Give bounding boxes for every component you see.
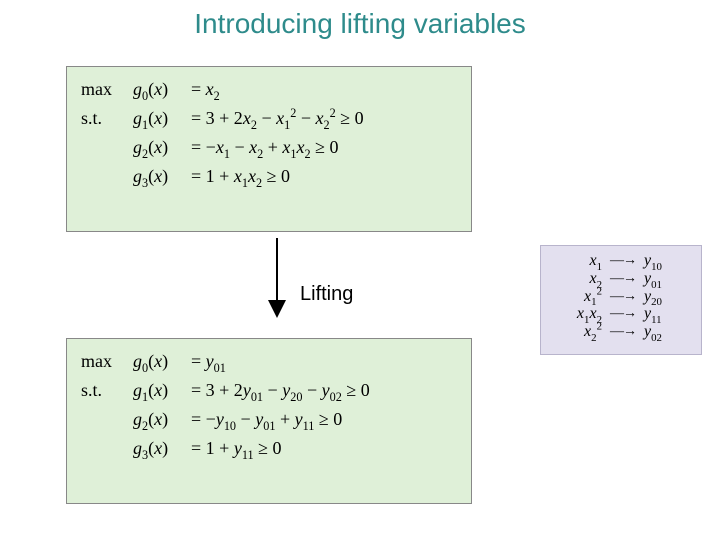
lifting-label: Lifting (300, 283, 353, 306)
equation-fn: g0(x) (133, 79, 191, 100)
equation-lead: s.t. (81, 108, 133, 129)
equation-body: = 1 + y11 ≥ 0 (191, 438, 281, 459)
map-row: x2 —→ y01 (551, 271, 691, 288)
equation-lead: max (81, 79, 133, 100)
equation-body: = y01 (191, 351, 226, 372)
map-row: x12 —→ y20 (551, 289, 691, 306)
map-lhs: x1x2 (558, 306, 602, 323)
equation-row: g2(x)= −y10 − y01 + y11 ≥ 0 (81, 409, 457, 430)
map-row: x1 —→ y10 (551, 253, 691, 270)
map-lhs: x1 (558, 253, 602, 270)
equation-fn: g3(x) (133, 166, 191, 187)
map-rhs: y10 (644, 253, 684, 270)
equation-body: = 1 + x1x2 ≥ 0 (191, 166, 290, 187)
map-rhs: y20 (644, 289, 684, 306)
equation-body: = 3 + 2y01 − y20 − y02 ≥ 0 (191, 380, 370, 401)
map-rhs: y02 (644, 324, 684, 341)
map-lhs: x2 (558, 271, 602, 288)
equation-fn: g1(x) (133, 380, 191, 401)
equation-row: s.t.g1(x)= 3 + 2x2 − x12 − x22 ≥ 0 (81, 108, 457, 129)
equation-row: g3(x)= 1 + x1x2 ≥ 0 (81, 166, 457, 187)
equation-fn: g3(x) (133, 438, 191, 459)
right-arrow-icon: —→ (610, 325, 636, 340)
equation-body: = −x1 − x2 + x1x2 ≥ 0 (191, 137, 339, 158)
equation-fn: g2(x) (133, 409, 191, 430)
right-arrow-icon: —→ (610, 290, 636, 305)
equation-lead: s.t. (81, 380, 133, 401)
right-arrow-icon: —→ (610, 272, 636, 287)
top-problem-box: maxg0(x)= x2 s.t.g1(x)= 3 + 2x2 − x12 − x… (66, 66, 472, 232)
equation-fn: g1(x) (133, 108, 191, 129)
equation-fn: g0(x) (133, 351, 191, 372)
equation-row: maxg0(x)= y01 (81, 351, 457, 372)
equation-body: = x2 (191, 79, 220, 100)
equation-row: g2(x)= −x1 − x2 + x1x2 ≥ 0 (81, 137, 457, 158)
equation-fn: g2(x) (133, 137, 191, 158)
right-arrow-icon: —→ (610, 307, 636, 322)
map-row: x1x2 —→ y11 (551, 306, 691, 323)
map-lhs: x12 (558, 289, 602, 306)
map-row: x22 —→ y02 (551, 324, 691, 341)
map-lhs: x22 (558, 324, 602, 341)
equation-row: maxg0(x)= x2 (81, 79, 457, 100)
map-rhs: y11 (644, 306, 684, 323)
bottom-problem-box: maxg0(x)= y01 s.t.g1(x)= 3 + 2y01 − y20 −… (66, 338, 472, 504)
map-rhs: y01 (644, 271, 684, 288)
equation-row: g3(x)= 1 + y11 ≥ 0 (81, 438, 457, 459)
equation-row: s.t.g1(x)= 3 + 2y01 − y20 − y02 ≥ 0 (81, 380, 457, 401)
equation-lead: max (81, 351, 133, 372)
equation-body: = −y10 − y01 + y11 ≥ 0 (191, 409, 342, 430)
variable-map-box: x1 —→ y10 x2 —→ y01 x12 —→ y20 x1x2 —→ y11 x22 —→ y02 (540, 245, 702, 355)
right-arrow-icon: —→ (610, 254, 636, 269)
page-title: Introducing lifting variables (0, 8, 720, 40)
equation-body: = 3 + 2x2 − x12 − x22 ≥ 0 (191, 108, 364, 129)
